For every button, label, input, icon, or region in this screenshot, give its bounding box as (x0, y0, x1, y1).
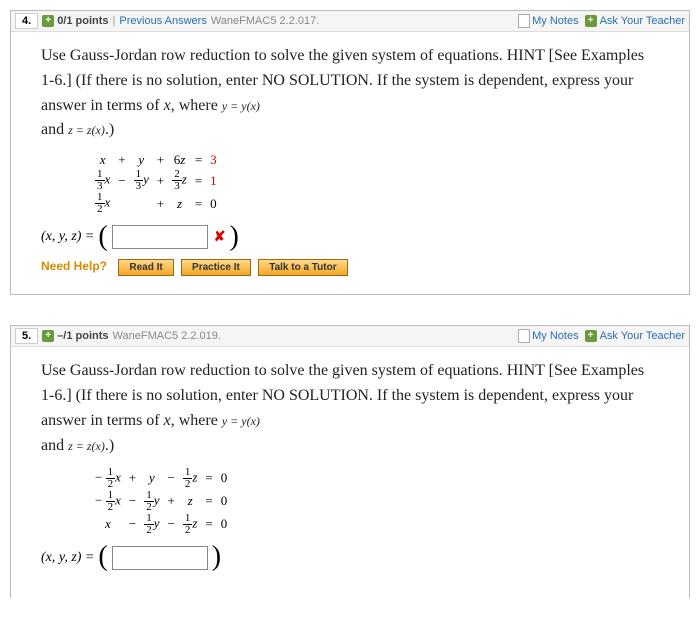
question-body: Use Gauss-Jordan row reduction to solve … (11, 32, 689, 294)
need-help-row: Need Help? Read It Practice It Talk to a… (41, 259, 659, 276)
plus-icon: + (585, 330, 597, 342)
points-label: –/1 points (57, 330, 108, 342)
my-notes-link[interactable]: My Notes (518, 14, 578, 28)
equation-table: − 12x+y−12z=0− 12x−12y+z=0x−12y−12z=0 (91, 467, 231, 536)
previous-answers-link[interactable]: Previous Answers (119, 15, 206, 27)
expand-icon[interactable]: + (42, 330, 54, 342)
answer-row: (x, y, z) = ( ) (41, 546, 659, 570)
my-notes-link[interactable]: My Notes (518, 329, 578, 343)
left-paren: ( (98, 546, 107, 568)
source-label: WaneFMAC5 2.2.019. (113, 330, 221, 342)
answer-input[interactable] (112, 225, 208, 249)
plus-icon: + (585, 15, 597, 27)
separator: | (113, 15, 116, 27)
question-number: 5. (15, 328, 38, 344)
question-header: 4. + 0/1 points | Previous Answers WaneF… (11, 11, 689, 32)
incorrect-icon: ✘ (214, 229, 226, 246)
answer-row: (x, y, z) = ( ✘ ) (41, 225, 659, 249)
equation-system: x+y+6z=313x−13y+23z=112x+z=0 (91, 151, 659, 215)
left-paren: ( (98, 226, 107, 248)
right-paren: ) (212, 546, 221, 568)
note-icon (518, 329, 530, 343)
instruction-text: Use Gauss-Jordan row reduction to solve … (41, 359, 659, 458)
answer-label: (x, y, z) = (41, 550, 94, 566)
answer-label: (x, y, z) = (41, 229, 94, 245)
equation-system: − 12x+y−12z=0− 12x−12y+z=0x−12y−12z=0 (91, 467, 659, 536)
talk-tutor-button[interactable]: Talk to a Tutor (258, 259, 347, 276)
answer-input[interactable] (112, 546, 208, 570)
question-5: 5. + –/1 points WaneFMAC5 2.2.019. My No… (10, 325, 690, 597)
practice-it-button[interactable]: Practice It (181, 259, 251, 276)
read-it-button[interactable]: Read It (118, 259, 173, 276)
question-header: 5. + –/1 points WaneFMAC5 2.2.019. My No… (11, 326, 689, 347)
note-icon (518, 14, 530, 28)
ask-teacher-link[interactable]: +Ask Your Teacher (585, 330, 685, 342)
instruction-text: Use Gauss-Jordan row reduction to solve … (41, 44, 659, 143)
right-paren: ) (229, 226, 238, 248)
question-body: Use Gauss-Jordan row reduction to solve … (11, 347, 689, 597)
points-label: 0/1 points (57, 15, 108, 27)
source-label: WaneFMAC5 2.2.017. (211, 15, 319, 27)
ask-teacher-link[interactable]: +Ask Your Teacher (585, 15, 685, 27)
equation-table: x+y+6z=313x−13y+23z=112x+z=0 (91, 151, 221, 215)
need-help-label: Need Help? (41, 259, 107, 273)
question-number: 4. (15, 13, 38, 29)
expand-icon[interactable]: + (42, 15, 54, 27)
question-4: 4. + 0/1 points | Previous Answers WaneF… (10, 10, 690, 295)
